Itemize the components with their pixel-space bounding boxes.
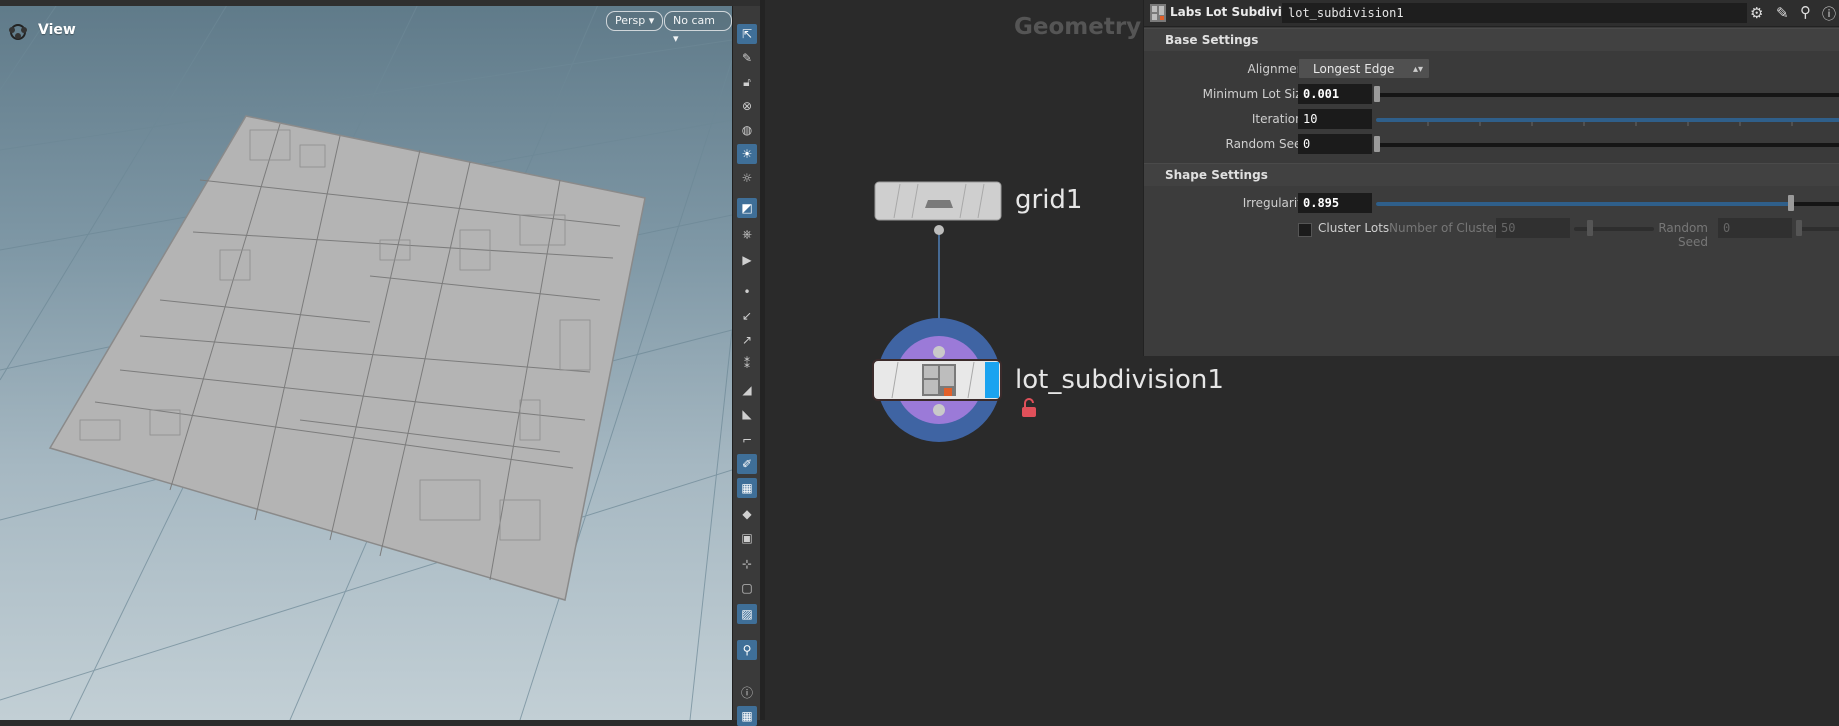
info-icon[interactable]: ⓘ <box>737 682 757 702</box>
alignment-label: Alignment <box>1247 62 1309 76</box>
camera-tool-icon[interactable]: ⎈ <box>737 224 757 244</box>
checker-icon[interactable]: ▦ <box>737 478 757 498</box>
cluster-seed-label: Random Seed <box>1658 221 1708 249</box>
parameter-pane: Labs Lot Subdivision lot_subdivision1 ⚙ … <box>1143 0 1839 356</box>
alignment-dropdown[interactable]: Longest Edge ▴▾ <box>1298 58 1430 79</box>
chevron-down-icon: ▾ <box>673 32 679 45</box>
grid1-output <box>934 225 944 235</box>
min-lot-size-handle[interactable] <box>1374 86 1380 102</box>
viewport-toolbar: ⇱ ✎ 🔓︎ ⊗ ◍ ☀ ☼ ◩ ⎈ ▶ • ↙ ↗ ⁑ ◢ ◣ ⌐ ✐ ▦ ◆… <box>732 6 761 726</box>
alignment-value: Longest Edge <box>1313 62 1395 76</box>
chevron-down-icon: ▾ <box>648 14 655 27</box>
irregularity-field[interactable]: 0.895 <box>1298 193 1372 213</box>
brush-icon[interactable]: ✎ <box>737 48 757 68</box>
pivot-icon[interactable]: ⊹ <box>737 554 757 574</box>
grid1-node-label[interactable]: grid1 <box>1015 185 1082 215</box>
layout-icon[interactable]: ▦ <box>737 706 757 726</box>
shape-settings-title: Shape Settings <box>1165 168 1268 182</box>
node-type-icon <box>1150 4 1166 22</box>
network-context-label: Geometry <box>1014 14 1142 40</box>
unlock-icon[interactable] <box>1021 398 1037 418</box>
irregularity-slider-fill <box>1376 202 1791 206</box>
ruler-icon[interactable]: ⌐ <box>737 430 757 450</box>
lot-node-output <box>933 404 945 416</box>
cluster-seed-slider[interactable] <box>1796 227 1839 231</box>
scene-viewport[interactable]: View Persp ▾ No cam ▾ <box>0 0 732 720</box>
random-seed-slider[interactable] <box>1376 143 1839 147</box>
select-mode-icon[interactable]: ⇱ <box>737 24 757 44</box>
frame-icon[interactable]: ▢ <box>737 578 757 598</box>
edit-icon[interactable]: ✐ <box>737 454 757 474</box>
irregularity-label: Irregularity <box>1242 196 1309 210</box>
node-graph <box>872 181 1002 442</box>
cluster-lots-checkbox[interactable] <box>1298 223 1312 237</box>
render-icon[interactable]: ▶ <box>737 250 757 270</box>
cluster-seed-handle[interactable] <box>1796 220 1802 236</box>
min-lot-size-field[interactable]: 0.001 <box>1298 84 1372 104</box>
lot-node-input <box>933 346 945 358</box>
head-light-icon[interactable]: ☼ <box>737 168 757 188</box>
min-lot-size-slider[interactable] <box>1376 93 1839 97</box>
random-seed-label: Random Seed <box>1225 137 1310 151</box>
display-flag <box>985 362 999 398</box>
light-icon[interactable]: ☀ <box>737 144 757 164</box>
camera-mode-label: Persp <box>615 14 646 27</box>
help-icon[interactable]: ⓘ <box>1822 4 1836 24</box>
background-image-icon[interactable]: ▨ <box>737 604 757 624</box>
snap-icon[interactable]: ⊗ <box>737 96 757 116</box>
shape-settings-section[interactable]: Shape Settings <box>1144 163 1839 186</box>
gear-icon[interactable]: ⚙ <box>1750 4 1763 22</box>
random-seed-field[interactable]: 0 <box>1298 134 1372 154</box>
point-icon[interactable]: • <box>737 282 757 302</box>
num-clusters-field[interactable]: 50 <box>1496 218 1570 238</box>
updown-arrows-icon: ▴▾ <box>1412 64 1423 75</box>
point-number-icon[interactable]: ⁑ <box>737 354 757 374</box>
iterations-label: Iterations <box>1251 112 1309 126</box>
diamond-icon[interactable]: ◆ <box>737 504 757 524</box>
camera-label: No cam <box>673 14 715 27</box>
base-settings-title: Base Settings <box>1165 33 1259 47</box>
parameter-header: Labs Lot Subdivision lot_subdivision1 <box>1144 0 1839 27</box>
sphere-icon[interactable]: ◍ <box>737 120 757 140</box>
shape-settings-body <box>1144 186 1839 356</box>
normal-icon[interactable]: ↙ <box>737 306 757 326</box>
num-clusters-handle[interactable] <box>1587 220 1593 236</box>
num-clusters-label: Number of Clusters <box>1389 221 1506 235</box>
random-seed-handle[interactable] <box>1374 136 1380 152</box>
prim-number-icon[interactable]: ◣ <box>737 404 757 424</box>
vector-icon[interactable]: ↗ <box>737 330 757 350</box>
iterations-field[interactable]: 10 <box>1298 109 1372 129</box>
lock-icon[interactable]: 🔓︎ <box>737 72 757 92</box>
view-icon[interactable] <box>6 22 30 42</box>
pin-icon[interactable]: ⚲ <box>737 640 757 660</box>
iterations-ticks <box>1427 122 1793 126</box>
viewport-top-strip <box>0 0 760 6</box>
camera-mode-button[interactable]: Persp ▾ <box>606 11 664 31</box>
grid-node-icon <box>925 200 953 208</box>
viewport-scene <box>0 0 732 720</box>
wrench-icon[interactable]: ✎ <box>1776 4 1789 22</box>
map-icon[interactable]: ▣ <box>737 528 757 548</box>
prim-icon[interactable]: ◢ <box>737 380 757 400</box>
irregularity-handle[interactable] <box>1788 195 1794 211</box>
cluster-seed-field[interactable]: 0 <box>1718 218 1792 238</box>
lot-subdivision-node-label[interactable]: lot_subdivision1 <box>1015 365 1224 395</box>
shading-icon[interactable]: ◩ <box>737 198 757 218</box>
viewport-title: View <box>38 22 76 38</box>
min-lot-size-label: Minimum Lot Size <box>1202 87 1309 101</box>
search-icon[interactable]: ⚲ <box>1800 3 1811 21</box>
cluster-lots-label: Cluster Lots <box>1318 221 1390 235</box>
camera-select-button[interactable]: No cam ▾ <box>664 11 732 45</box>
base-settings-section[interactable]: Base Settings <box>1144 28 1839 51</box>
